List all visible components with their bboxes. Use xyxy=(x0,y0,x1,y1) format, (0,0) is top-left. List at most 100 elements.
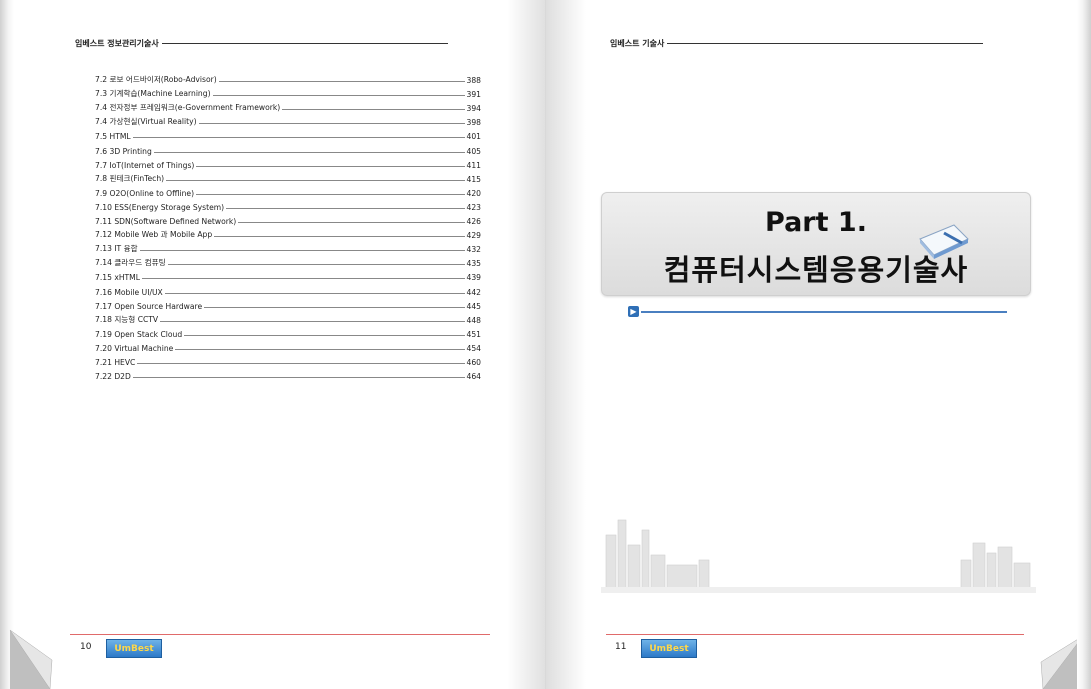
toc-entry-title: 7.19 Open Stack Cloud xyxy=(95,329,183,339)
toc-entry[interactable]: 7.20 Virtual Machine 454 xyxy=(95,339,481,353)
toc-entry-title: 7.6 3D Printing xyxy=(95,146,152,156)
running-header: 임베스트 기술사 xyxy=(610,38,984,49)
toc-entry[interactable]: 7.16 Mobile UI/UX 442 xyxy=(95,282,482,297)
toc-entry-page: 423 xyxy=(466,202,482,212)
toc-entry-page: 442 xyxy=(466,287,482,297)
toc-entry[interactable]: 7.5 HTML 401 xyxy=(95,127,481,141)
toc-entry-page: 426 xyxy=(466,217,482,227)
umbest-logo: UmBest xyxy=(641,639,697,658)
toc-leader-line xyxy=(153,151,465,153)
toc-entry-title: 7.10 ESS(Energy Storage System) xyxy=(95,202,225,212)
book-pencil-icon xyxy=(919,224,969,259)
toc-entry-title: 7.5 HTML xyxy=(95,132,131,142)
toc-entry-page: 448 xyxy=(466,315,482,325)
toc-entry[interactable]: 7.4 전자정부 프레임워크(e-Government Framework) 39… xyxy=(95,99,481,113)
toc-entry-title: 7.8 핀테크(FinTech) xyxy=(95,173,165,183)
toc-leader-line xyxy=(167,264,465,266)
toc-entry[interactable]: 7.15 xHTML 439 xyxy=(95,268,481,282)
running-header-text: 임베스트 정보관리기술사 xyxy=(75,39,159,48)
toc-entry[interactable]: 7.9 O2O(Online to Offline) 420 xyxy=(95,184,481,198)
toc-leader-line xyxy=(226,207,465,209)
page-curl-icon[interactable] xyxy=(1038,635,1084,689)
toc-entry[interactable]: 7.21 HEVC 460 xyxy=(95,353,481,367)
toc-leader-line xyxy=(238,222,465,224)
toc-entry-page: 432 xyxy=(466,245,482,255)
page-curl-icon[interactable] xyxy=(9,629,55,689)
toc-leader-line xyxy=(139,250,465,252)
toc-entry-page: 445 xyxy=(466,301,482,311)
toc-leader-line xyxy=(218,81,465,83)
toc-leader-line xyxy=(160,320,465,322)
toc-leader-line xyxy=(164,292,465,294)
toc-entry[interactable]: 7.17 Open Source Hardware 445 xyxy=(95,297,481,311)
toc-leader-line xyxy=(166,179,465,181)
toc-entry-page: 429 xyxy=(466,231,482,241)
toc-entry-title: 7.4 가상현실(Virtual Reality) xyxy=(95,117,197,127)
logo-text: UmBest xyxy=(649,643,689,654)
toc-entry-title: 7.17 Open Source Hardware xyxy=(95,301,203,311)
toc-entry-page: 439 xyxy=(466,273,482,283)
book-viewer: 임베스트 정보관리기술사 7.2 로보 어드바이저(Robo-Advisor) 3… xyxy=(0,0,1091,689)
toc-entry[interactable]: 7.18 지능형 CCTV 448 xyxy=(95,311,481,325)
toc-entry-page: 398 xyxy=(466,118,482,128)
header-rule xyxy=(161,43,448,44)
toc-leader-line xyxy=(196,165,465,167)
toc-entry-title: 7.15 xHTML xyxy=(95,273,140,283)
toc-entry-title: 7.4 전자정부 프레임워크(e-Government Framework) xyxy=(95,103,281,113)
toc-entry[interactable]: 7.6 3D Printing 405 xyxy=(95,141,482,156)
page-number: 11 xyxy=(615,642,627,652)
footer-rule xyxy=(606,634,1024,635)
toc-entry-title: 7.3 기계학습(Machine Learning) xyxy=(95,89,211,99)
toc-entry[interactable]: 7.11 SDN(Software Defined Network) 426 xyxy=(95,212,481,226)
toc-entry[interactable]: 7.7 IoT(Internet of Things) 411 xyxy=(95,156,481,170)
toc-entry-page: 394 xyxy=(466,104,482,114)
toc-leader-line xyxy=(198,123,465,125)
toc-entry-title: 7.22 D2D xyxy=(95,372,131,382)
toc-leader-line xyxy=(214,236,465,238)
toc-leader-line xyxy=(132,137,465,139)
toc-leader-line xyxy=(212,95,465,97)
toc-entry[interactable]: 7.22 D2D 464 xyxy=(95,367,481,381)
toc-entry[interactable]: 7.14 클라우드 컴퓨팅 435 xyxy=(95,254,481,268)
toc-leader-line xyxy=(132,377,465,379)
toc-entry-title: 7.7 IoT(Internet of Things) xyxy=(95,160,195,170)
toc-leader-line xyxy=(184,334,465,336)
toc-entry[interactable]: 7.2 로보 어드바이저(Robo-Advisor) 388 xyxy=(95,71,481,85)
toc-entry-title: 7.12 Mobile Web 과 Mobile App xyxy=(95,230,213,240)
toc-entry-title: 7.21 HEVC xyxy=(95,357,136,367)
toc-entry-page: 415 xyxy=(466,174,482,184)
right-page[interactable]: 임베스트 기술사 Part 1. 컴퓨터시스템응용기술사 ▶ 11 UmBest xyxy=(546,0,1091,689)
toc-entry-page: 388 xyxy=(466,76,482,86)
toc-leader-line xyxy=(204,306,465,308)
toc-entry[interactable]: 7.4 가상현실(Virtual Reality) 398 xyxy=(95,113,481,127)
left-page[interactable]: 임베스트 정보관리기술사 7.2 로보 어드바이저(Robo-Advisor) 3… xyxy=(0,0,545,689)
toc-entry-title: 7.14 클라우드 컴퓨팅 xyxy=(95,258,166,268)
toc-entry-page: 420 xyxy=(466,188,482,198)
table-of-contents: 7.2 로보 어드바이저(Robo-Advisor) 388 7.3 기계학습(Ma… xyxy=(95,71,481,381)
arrow-bullet-icon: ▶ xyxy=(628,306,639,317)
toc-entry[interactable]: 7.3 기계학습(Machine Learning) 391 xyxy=(95,85,481,99)
toc-entry-title: 7.11 SDN(Software Defined Network) xyxy=(95,217,237,227)
umbest-logo: UmBest xyxy=(106,639,162,658)
toc-entry[interactable]: 7.19 Open Stack Cloud 451 xyxy=(95,325,481,339)
toc-entry-title: 7.9 O2O(Online to Offline) xyxy=(95,188,195,198)
toc-entry-title: 7.20 Virtual Machine xyxy=(95,343,174,353)
toc-entry-title: 7.16 Mobile UI/UX xyxy=(95,287,163,297)
running-header-text: 임베스트 기술사 xyxy=(610,39,665,48)
toc-entry-page: 405 xyxy=(466,146,482,156)
toc-entry-page: 454 xyxy=(466,343,482,353)
toc-entry[interactable]: 7.10 ESS(Energy Storage System) 423 xyxy=(95,198,481,212)
toc-leader-line xyxy=(175,348,465,350)
toc-entry-title: 7.13 IT 융합 xyxy=(95,244,138,254)
toc-leader-line xyxy=(137,362,465,364)
running-header: 임베스트 정보관리기술사 xyxy=(75,38,448,49)
logo-text: UmBest xyxy=(114,643,154,654)
divider-line xyxy=(641,311,1007,313)
toc-entry[interactable]: 7.13 IT 융합 432 xyxy=(95,240,481,254)
toc-entry[interactable]: 7.8 핀테크(FinTech) 415 xyxy=(95,170,481,184)
toc-entry[interactable]: 7.12 Mobile Web 과 Mobile App 429 xyxy=(95,226,481,240)
toc-entry-page: 451 xyxy=(466,329,482,339)
toc-leader-line xyxy=(282,109,465,111)
toc-entry-page: 411 xyxy=(466,160,482,170)
page-number: 10 xyxy=(80,642,92,652)
